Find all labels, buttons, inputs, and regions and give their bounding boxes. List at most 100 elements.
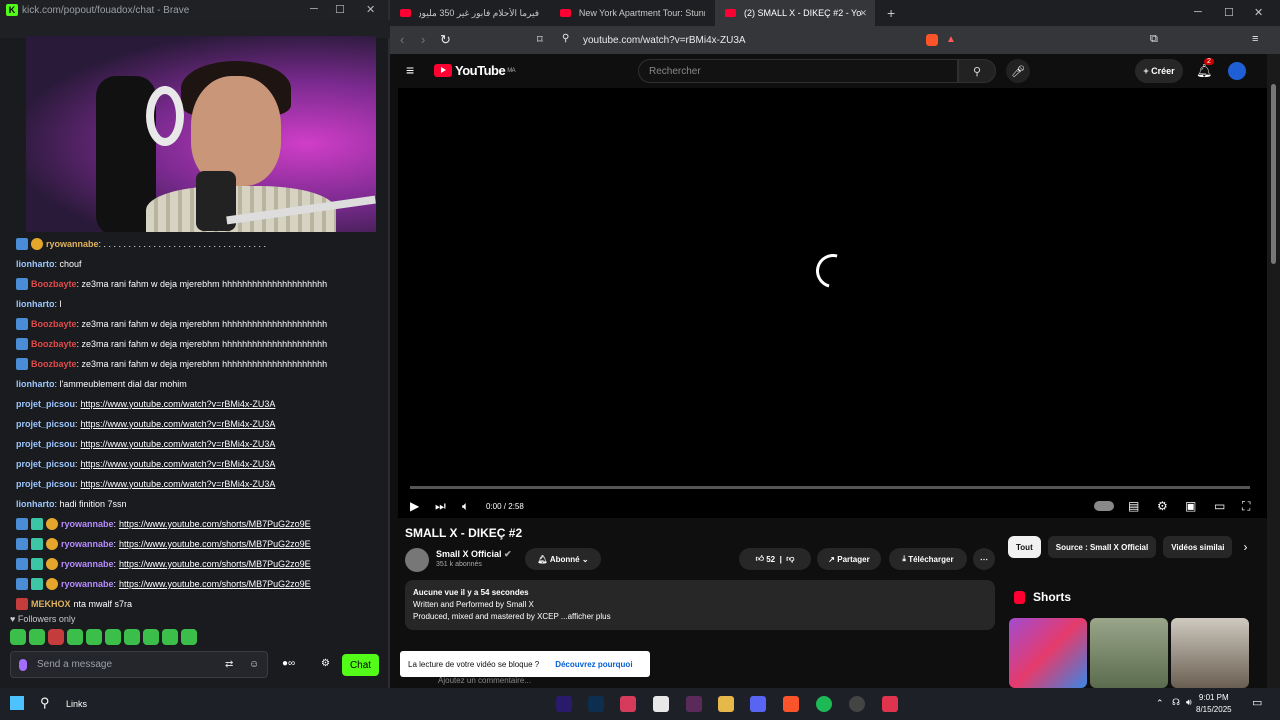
premiere-app-icon[interactable] — [556, 696, 572, 712]
emote-icon[interactable] — [29, 629, 45, 645]
forward-icon[interactable]: › — [421, 32, 425, 47]
youtube-logo[interactable]: YouTube MA — [434, 63, 516, 78]
brave-shields-icon[interactable] — [926, 34, 938, 46]
scrollbar-thumb[interactable] — [1271, 84, 1276, 264]
create-button[interactable]: + Créer — [1135, 59, 1183, 83]
subtitles-icon[interactable]: ▤ — [1128, 499, 1139, 513]
chat-username[interactable]: ryowannabe — [61, 559, 114, 569]
reload-icon[interactable]: ↻ — [440, 32, 451, 48]
chat-username[interactable]: projet_picsou — [16, 439, 75, 449]
chat-username[interactable]: projet_picsou — [16, 479, 75, 489]
extensions-icon[interactable]: ⧉ — [1150, 33, 1158, 46]
chat-username[interactable]: Boozbayte — [31, 359, 77, 369]
tab-arabic-video[interactable]: فيرما الأحلام فابور غير 350 مليون غير دي — [390, 0, 550, 26]
toast-learn-link[interactable]: Découvrez pourquoi — [555, 660, 632, 669]
chat-username[interactable]: ryowannabe — [46, 239, 99, 249]
close-icon[interactable]: ✕ — [366, 3, 375, 16]
chat-username[interactable]: projet_picsou — [16, 459, 75, 469]
short-thumbnail[interactable] — [1171, 618, 1249, 688]
search-icon[interactable]: ⚲ — [40, 695, 50, 711]
chat-username[interactable]: Boozbayte — [31, 339, 77, 349]
chat-username[interactable]: projet_picsou — [16, 399, 75, 409]
capcut-app-icon[interactable] — [653, 696, 669, 712]
chat-link[interactable]: https://www.youtube.com/watch?v=rBMi4x-Z… — [81, 459, 276, 469]
channel-name[interactable]: Small X Official ✔ — [436, 549, 512, 560]
chat-link[interactable]: https://www.youtube.com/shorts/MB7PuG2zo… — [119, 519, 311, 529]
maximize-icon[interactable]: ☐ — [1224, 6, 1234, 19]
chat-username[interactable]: lionharto — [16, 379, 55, 389]
close-icon[interactable]: ✕ — [1254, 6, 1263, 19]
chat-link[interactable]: https://www.youtube.com/shorts/MB7PuG2zo… — [119, 579, 311, 589]
chat-username[interactable]: Boozbayte — [31, 319, 77, 329]
hamburger-menu-icon[interactable]: ≡ — [406, 62, 414, 78]
obs-app-icon[interactable] — [849, 696, 865, 712]
chat-link[interactable]: https://www.youtube.com/shorts/MB7PuG2zo… — [119, 559, 311, 569]
search-button[interactable]: ⚲ — [958, 59, 996, 83]
comment-input[interactable]: Ajoutez un commentaire... — [438, 676, 531, 685]
settings-gear-icon[interactable]: ⚙ — [321, 658, 330, 669]
chip-similar[interactable]: Vidéos similai — [1163, 536, 1233, 558]
download-button[interactable]: ⤓ Télécharger — [889, 548, 967, 570]
tab-ny-apartment[interactable]: New York Apartment Tour: Stunning — [550, 0, 715, 26]
chat-link[interactable]: https://www.youtube.com/watch?v=rBMi4x-Z… — [81, 479, 276, 489]
emote-icon[interactable] — [162, 629, 178, 645]
tab-small-x[interactable]: (2) SMALL X - DIKEÇ #2 - YouTube ✕ — [715, 0, 875, 26]
emote-icon[interactable] — [181, 629, 197, 645]
emote-icon[interactable] — [124, 629, 140, 645]
file-explorer-icon[interactable] — [718, 696, 734, 712]
volume-icon[interactable]: 🔈︎ — [462, 499, 469, 514]
site-info-icon[interactable]: ⚲ — [562, 33, 569, 44]
video-player[interactable]: ▶ ⏭︎ 🔈︎ 0:00 / 2:58 ▤ ⚙ ▣ ▭ ⛶ — [398, 88, 1267, 518]
chat-link[interactable]: https://www.youtube.com/watch?v=rBMi4x-Z… — [81, 439, 276, 449]
autoplay-toggle[interactable] — [1094, 501, 1114, 511]
spotify-app-icon[interactable] — [816, 696, 832, 712]
chip-all[interactable]: Tout — [1008, 536, 1041, 558]
menu-icon[interactable]: ≡ — [1252, 33, 1258, 45]
chat-username[interactable]: ryowannabe — [61, 579, 114, 589]
brave-rewards-icon[interactable]: ▲ — [946, 34, 956, 45]
account-avatar[interactable] — [1228, 62, 1246, 80]
chat-send-button[interactable]: Chat — [342, 654, 379, 676]
minimize-icon[interactable]: ─ — [1194, 6, 1202, 18]
translate-icon[interactable]: ⇄ — [225, 659, 233, 670]
chat-message-input[interactable]: Send a message ⇄ ☺ — [10, 651, 268, 678]
notifications-bell-icon[interactable]: 🔔︎ — [1196, 63, 1213, 79]
tray-chevron-icon[interactable]: ⌃ — [1156, 698, 1164, 709]
channel-avatar[interactable] — [405, 548, 429, 572]
chat-username[interactable]: lionharto — [16, 259, 55, 269]
chat-username[interactable]: ryowannabe — [61, 539, 114, 549]
chat-username[interactable]: ryowannabe — [61, 519, 114, 529]
emote-icon[interactable] — [67, 629, 83, 645]
emote-icon[interactable] — [10, 629, 26, 645]
bookmark-icon[interactable]: ⌑ — [537, 33, 543, 46]
chat-link[interactable]: https://www.youtube.com/watch?v=rBMi4x-Z… — [81, 419, 276, 429]
chat-username[interactable]: Boozbayte — [31, 279, 77, 289]
mic-icon[interactable] — [19, 658, 27, 671]
chevron-right-icon[interactable]: › — [1243, 536, 1247, 558]
app-icon[interactable] — [882, 696, 898, 712]
chat-link[interactable]: https://www.youtube.com/shorts/MB7PuG2zo… — [119, 539, 311, 549]
next-icon[interactable]: ⏭︎ — [435, 499, 446, 514]
volume-icon[interactable]: 🔊︎ — [1186, 697, 1192, 708]
video-progress-bar[interactable] — [410, 486, 1250, 489]
taskbar-search-label[interactable]: Links — [66, 699, 87, 709]
emoji-icon[interactable]: ☺ — [249, 659, 259, 670]
video-description[interactable]: Aucune vue il y a 54 secondes Written an… — [405, 580, 995, 630]
new-tab-icon[interactable]: + — [887, 5, 895, 21]
back-icon[interactable]: ‹ — [400, 32, 404, 47]
emote-icon[interactable] — [48, 629, 64, 645]
chat-link[interactable]: https://www.youtube.com/watch?v=rBMi4x-Z… — [81, 399, 276, 409]
like-dislike-button[interactable]: 👍︎ 52 | 👎︎ — [739, 548, 811, 570]
photoshop-app-icon[interactable] — [588, 696, 604, 712]
chat-username[interactable]: lionharto — [16, 299, 55, 309]
play-icon[interactable]: ▶ — [410, 499, 419, 513]
more-actions-button[interactable]: ⋯ — [973, 548, 995, 570]
headset-icon[interactable]: ☊ — [1172, 697, 1180, 708]
users-icon[interactable]: ●∞ — [282, 658, 295, 669]
fullscreen-icon[interactable]: ⛶ — [1242, 499, 1250, 514]
short-thumbnail[interactable] — [1090, 618, 1168, 688]
app-icon[interactable] — [686, 696, 702, 712]
maximize-icon[interactable]: ☐ — [335, 3, 345, 16]
miniplayer-icon[interactable]: ▣ — [1185, 499, 1196, 513]
chip-source[interactable]: Source : Small X Official — [1047, 536, 1157, 558]
